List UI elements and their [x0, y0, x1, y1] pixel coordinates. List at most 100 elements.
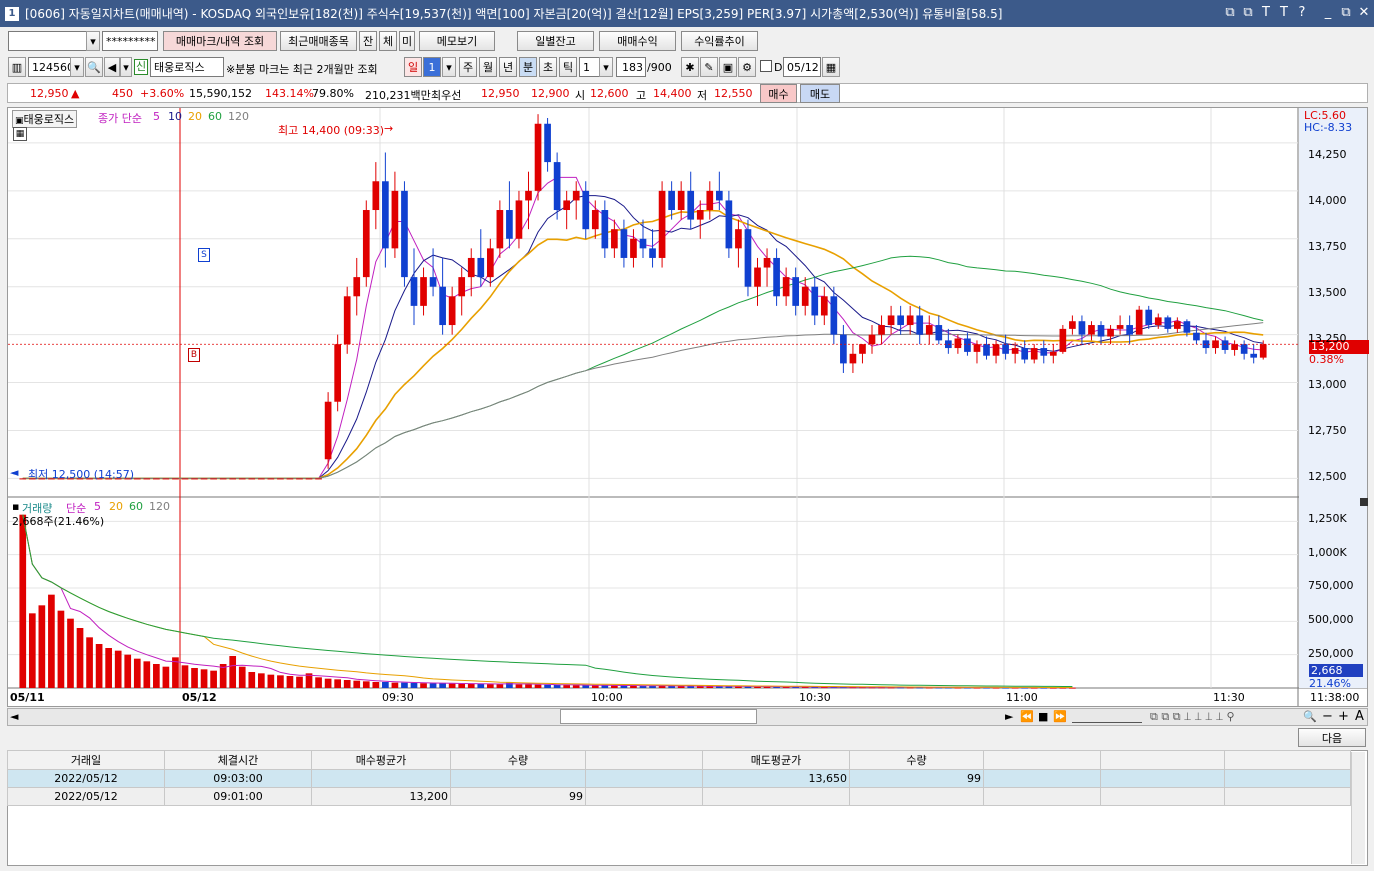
tick-dropdown-icon[interactable]: ▾	[599, 57, 613, 77]
unfilled-button[interactable]: 미	[399, 31, 415, 51]
stock-list-icon[interactable]: ▥	[8, 57, 26, 77]
sound-dropdown-icon[interactable]: ▾	[120, 57, 132, 77]
legend-stock-name[interactable]: ▣태웅로직스	[12, 110, 78, 128]
return-trend-button[interactable]: 수익률추이	[681, 31, 758, 51]
sell-mark[interactable]: S	[198, 248, 210, 262]
calendar-icon[interactable]: ▦	[822, 57, 840, 77]
drawing-tool-icon[interactable]: ✎	[700, 57, 718, 77]
volume-axis-tick: 250,000	[1308, 647, 1354, 660]
stop-icon[interactable]: ■	[1038, 710, 1048, 723]
candle-body	[763, 257, 771, 268]
col-sell-qty[interactable]: 수량	[849, 750, 984, 770]
date-input[interactable]: 05/12	[783, 57, 821, 77]
cell-sell-qty	[849, 787, 984, 806]
date-checkbox[interactable]	[760, 60, 772, 72]
scroll-thumb[interactable]	[560, 709, 757, 724]
price-axis-tick: 14,000	[1308, 194, 1347, 207]
candle-body	[1250, 353, 1258, 358]
help-icon[interactable]: ?	[1294, 5, 1310, 20]
col-trade-date[interactable]: 거래일	[7, 750, 165, 770]
sell-button[interactable]: 매도	[800, 84, 840, 103]
volume-legend-icon[interactable]: ▪	[12, 500, 19, 513]
tick-value-input[interactable]: 1	[579, 57, 601, 77]
cell-time: 09:03:00	[164, 769, 312, 788]
trade-mark-query-button[interactable]: 매매마크/내역 조회	[163, 31, 277, 51]
period-tab-year[interactable]: 년	[499, 57, 517, 77]
panel-close-icon[interactable]	[1360, 498, 1368, 506]
text-size-icon[interactable]: A	[1355, 709, 1364, 724]
next-button[interactable]: 다음	[1298, 728, 1366, 747]
volume-bar	[353, 680, 361, 688]
zoom-slider[interactable]	[1072, 709, 1142, 723]
tile-icon[interactable]: ⧉	[1240, 5, 1256, 20]
scroll-right-icon[interactable]: ►	[1005, 710, 1013, 723]
chart-area[interactable]: ▣태웅로직스 종가 단순 5 10 20 60 120 ▦ 최고 14,400 …	[7, 107, 1369, 707]
memo-view-button[interactable]: 메모보기	[419, 31, 495, 51]
cell-blank	[983, 787, 1101, 806]
rewind-icon[interactable]: ⏪	[1020, 710, 1034, 723]
table-toggle-icon[interactable]: ▦	[13, 127, 27, 141]
candle-body	[334, 344, 341, 402]
pin-icon[interactable]: T	[1258, 5, 1274, 20]
col-buy-qty[interactable]: 수량	[450, 750, 586, 770]
maximize-icon[interactable]: ⧉	[1338, 5, 1354, 20]
scroll-left-icon[interactable]: ◄	[10, 710, 18, 723]
password-input[interactable]: *********	[102, 31, 158, 51]
account-dropdown-icon[interactable]: ▾	[86, 31, 100, 51]
col-buy-avg[interactable]: 매수평균가	[311, 750, 451, 770]
buy-button[interactable]: 매수	[760, 84, 797, 103]
table-row[interactable]: 2022/05/12 09:01:00 13,200 99	[7, 787, 1351, 806]
candle-body	[725, 200, 733, 249]
trade-profit-button[interactable]: 매매수익	[599, 31, 676, 51]
volume-bar	[86, 637, 93, 688]
add-indicator-icon[interactable]: ✱	[681, 57, 699, 77]
save-icon[interactable]: ▣	[719, 57, 737, 77]
sound-icon[interactable]: ◀	[104, 57, 120, 77]
recent-trades-button[interactable]: 최근매매종목	[280, 31, 357, 51]
volume-bar	[525, 684, 532, 688]
current-price: 12,950	[30, 87, 69, 100]
balance-button[interactable]: 잔	[359, 31, 377, 51]
close-icon[interactable]: ✕	[1356, 5, 1372, 20]
chart-tools-icons[interactable]: ⧉ ⧉ ⧉ ⟂ ⟂ ⟂ ⟂ ⚲	[1150, 710, 1235, 724]
minimize-icon[interactable]: _	[1320, 5, 1336, 20]
table-row[interactable]: 2022/05/12 09:03:00 13,650 99	[7, 769, 1351, 788]
period-tab-week[interactable]: 주	[459, 57, 477, 77]
candlestick-chart[interactable]	[8, 108, 1367, 706]
buy-mark[interactable]: B	[188, 348, 200, 362]
account-input[interactable]	[8, 31, 88, 51]
best-quote-label: 최우선	[431, 89, 462, 102]
candle-body	[715, 190, 723, 201]
period-tab-tick[interactable]: 틱	[559, 57, 577, 77]
candle-body	[238, 478, 246, 480]
cell-buy-avg: 13,200	[311, 787, 451, 806]
zoom-out-icon[interactable]: −	[1322, 709, 1333, 724]
zoom-in-icon[interactable]: 🔍	[1303, 710, 1317, 723]
volume-bar	[315, 677, 322, 688]
period-tab-day[interactable]: 일	[404, 57, 422, 77]
period-tab-minute[interactable]: 분	[519, 57, 537, 77]
period-count-input[interactable]: 1	[423, 57, 441, 77]
table-scrollbar[interactable]	[1351, 752, 1365, 864]
font-icon[interactable]: T	[1276, 5, 1292, 20]
stock-code-input[interactable]: 124560	[28, 57, 74, 77]
candle-body	[172, 478, 179, 480]
execution-button[interactable]: 체	[379, 31, 397, 51]
period-dropdown-icon[interactable]: ▾	[442, 57, 456, 77]
up-arrow-icon: ▲	[71, 87, 80, 100]
search-icon[interactable]: 🔍	[85, 57, 103, 77]
cell-blank	[983, 769, 1101, 788]
daily-balance-button[interactable]: 일별잔고	[517, 31, 594, 51]
col-exec-time[interactable]: 체결시간	[164, 750, 312, 770]
code-dropdown-icon[interactable]: ▾	[70, 57, 84, 77]
candle-body	[887, 315, 895, 326]
cell-time: 09:01:00	[164, 787, 312, 806]
period-tab-second[interactable]: 초	[539, 57, 557, 77]
period-tab-month[interactable]: 월	[479, 57, 497, 77]
zoom-plus-icon[interactable]: +	[1338, 709, 1349, 724]
count-input[interactable]: 183	[616, 57, 646, 77]
col-sell-avg[interactable]: 매도평균가	[702, 750, 850, 770]
settings-icon[interactable]: ⚙	[738, 57, 756, 77]
restore-icon[interactable]: ⧉	[1222, 5, 1238, 20]
fast-forward-icon[interactable]: ⏩	[1053, 710, 1067, 723]
